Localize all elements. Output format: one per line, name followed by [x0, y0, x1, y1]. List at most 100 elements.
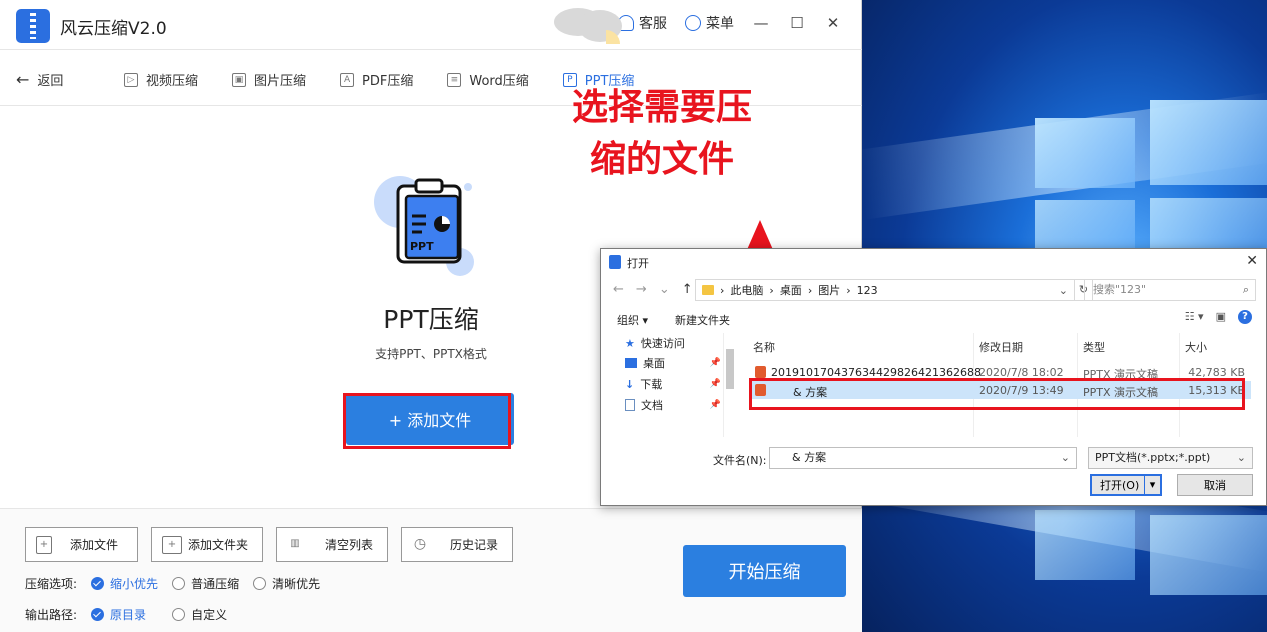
column-size[interactable]: 大小 [1185, 339, 1207, 355]
open-button-label: 打开(O) [1100, 479, 1140, 492]
word-icon: ≡ [447, 72, 462, 87]
back-label: 返回 [37, 74, 64, 89]
filename-label: 文件名(N): [713, 454, 767, 467]
open-dropdown-icon[interactable]: ▾ [1144, 476, 1160, 494]
help-icon[interactable]: ? [1238, 310, 1252, 324]
add-file-icon: + [36, 535, 52, 554]
option-label: 清晰优先 [272, 577, 321, 591]
add-folder-icon: + [162, 535, 182, 554]
radio-normal-compress[interactable] [172, 577, 186, 590]
nav-item-label: 桌面 [643, 357, 665, 370]
back-button[interactable]: ← 返回 [16, 70, 63, 89]
video-icon: ▷ [124, 72, 138, 87]
history-button[interactable]: ◷ 历史记录 [401, 527, 513, 562]
open-file-dialog: 打开 ✕ ← → ⌄ ↑ › 此电脑 › 桌面 › 图片 › 123 ⌄ ↻ 搜… [600, 248, 1267, 506]
pdf-icon: A [340, 72, 355, 87]
folder-icon [702, 285, 714, 295]
dialog-title-bar: 打开 ✕ [601, 249, 1266, 275]
organize-menu[interactable]: 组织 ▾ [617, 312, 648, 328]
chevron-down-icon[interactable]: ⌄ [1061, 448, 1070, 468]
app-logo-icon [16, 9, 50, 43]
pin-icon: 📌 [709, 358, 721, 368]
document-icon [625, 399, 635, 411]
annotation-text: 选择需要压 缩的文件 [542, 82, 782, 186]
menu-button[interactable]: 菜单 [685, 13, 734, 33]
file-type-select[interactable]: PPT文档(*.pptx;*.ppt) ⌄ [1088, 447, 1253, 469]
dialog-close-button[interactable]: ✕ [1246, 253, 1258, 269]
chevron-down-icon: ⌄ [1236, 451, 1246, 464]
download-icon: ↓ [625, 377, 635, 391]
nav-item-label: 下载 [640, 378, 663, 391]
radio-smaller-first[interactable] [91, 577, 105, 590]
output-path-row: 输出路径: 原目录 自定义 [25, 606, 227, 623]
maximize-button[interactable]: ☐ [788, 14, 806, 32]
annotation-line: 缩的文件 [589, 139, 734, 181]
column-type[interactable]: 类型 [1083, 339, 1105, 355]
breadcrumb[interactable]: › 此电脑 › 桌面 › 图片 › 123 ⌄ [695, 279, 1075, 301]
nav-item-desktop[interactable]: 桌面 📌 [625, 355, 721, 371]
clear-list-button[interactable]: ▥ 清空列表 [276, 527, 388, 562]
nav-item-quick-access[interactable]: ★ 快速访问 [625, 335, 721, 351]
breadcrumb-item[interactable]: 图片 [818, 282, 840, 298]
arrow-left-icon: ← [16, 70, 30, 89]
back-arrow-icon[interactable]: ← [613, 282, 624, 297]
title-bar: 风云压缩V2.0 客服 菜单 — ☐ ✕ [0, 0, 862, 50]
close-button[interactable]: ✕ [824, 14, 842, 32]
column-name[interactable]: 名称 [753, 339, 775, 355]
filename-input[interactable]: & 方案 ⌄ [769, 447, 1077, 469]
clock-icon: ◷ [413, 535, 427, 552]
pptx-file-icon [755, 366, 766, 378]
highlight-box-selected-file [749, 378, 1245, 410]
navigation-scrollbar[interactable] [723, 333, 735, 437]
ppt-icon-text: PPT [410, 240, 434, 253]
tab-label: 视频压缩 [146, 74, 199, 89]
button-label: 清空列表 [325, 538, 374, 552]
radio-original-dir[interactable] [91, 608, 105, 621]
trash-icon: ▥ [290, 537, 300, 549]
compress-options-label: 压缩选项: [25, 577, 78, 591]
file-type-value: PPT文档(*.pptx;*.ppt) [1095, 451, 1211, 464]
dialog-app-icon [609, 255, 621, 269]
search-icon: ⌕ [1242, 283, 1249, 296]
view-options-icon[interactable]: ☷ ▾ [1185, 310, 1204, 324]
new-folder-button[interactable]: 新建文件夹 [675, 312, 730, 328]
dialog-toolbar: 组织 ▾ 新建文件夹 ☷ ▾ ▣ ? [601, 307, 1266, 329]
nav-item-documents[interactable]: 文档 📌 [625, 397, 721, 413]
radio-clarity-first[interactable] [253, 577, 267, 590]
column-modified[interactable]: 修改日期 [979, 339, 1023, 355]
add-file-button[interactable]: + 添加文件 [25, 527, 138, 562]
up-arrow-icon[interactable]: ↑ [682, 282, 693, 297]
breadcrumb-item[interactable]: 此电脑 [730, 282, 763, 298]
cloud-doodle-icon [554, 8, 622, 44]
customer-service-button[interactable]: 客服 [618, 13, 667, 33]
nav-item-label: 快速访问 [640, 337, 685, 350]
breadcrumb-item[interactable]: 123 [857, 284, 878, 297]
preview-pane-icon[interactable]: ▣ [1216, 310, 1226, 324]
option-label: 缩小优先 [110, 577, 159, 591]
tab-image-compress[interactable]: ▣ 图片压缩 [232, 70, 306, 89]
menu-label: 菜单 [706, 16, 734, 32]
cancel-button[interactable]: 取消 [1177, 474, 1253, 496]
filename-row: 文件名(N): & 方案 ⌄ PPT文档(*.pptx;*.ppt) ⌄ [601, 447, 1266, 471]
dropdown-arrow-icon[interactable]: ⌄ [659, 282, 670, 297]
image-icon: ▣ [232, 72, 247, 87]
nav-item-downloads[interactable]: ↓ 下载 📌 [625, 376, 721, 392]
highlight-box-add-button [343, 393, 511, 449]
chevron-down-icon[interactable]: ⌄ [1059, 284, 1068, 297]
customer-service-label: 客服 [639, 16, 667, 32]
forward-arrow-icon[interactable]: → [636, 282, 647, 297]
minimize-button[interactable]: — [752, 14, 770, 32]
search-input[interactable]: 搜索"123" ⌕ [1084, 279, 1256, 301]
tab-word-compress[interactable]: ≡ Word压缩 [447, 70, 529, 89]
tab-video-compress[interactable]: ▷ 视频压缩 [124, 70, 198, 89]
tab-pdf-compress[interactable]: A PDF压缩 [340, 70, 413, 89]
open-button[interactable]: 打开(O) ▾ [1090, 474, 1162, 496]
bottom-toolbar: + 添加文件 + 添加文件夹 ▥ 清空列表 ◷ 历史记录 压缩选项: 缩小优先 … [0, 508, 862, 632]
address-row: ← → ⌄ ↑ › 此电脑 › 桌面 › 图片 › 123 ⌄ ↻ 搜索"123… [601, 277, 1266, 303]
radio-custom-dir[interactable] [172, 608, 186, 621]
button-label: 历史记录 [450, 538, 499, 552]
add-folder-button[interactable]: + 添加文件夹 [151, 527, 263, 562]
breadcrumb-item[interactable]: 桌面 [780, 282, 802, 298]
tab-label: 图片压缩 [254, 74, 307, 89]
start-compress-button[interactable]: 开始压缩 [683, 545, 846, 597]
